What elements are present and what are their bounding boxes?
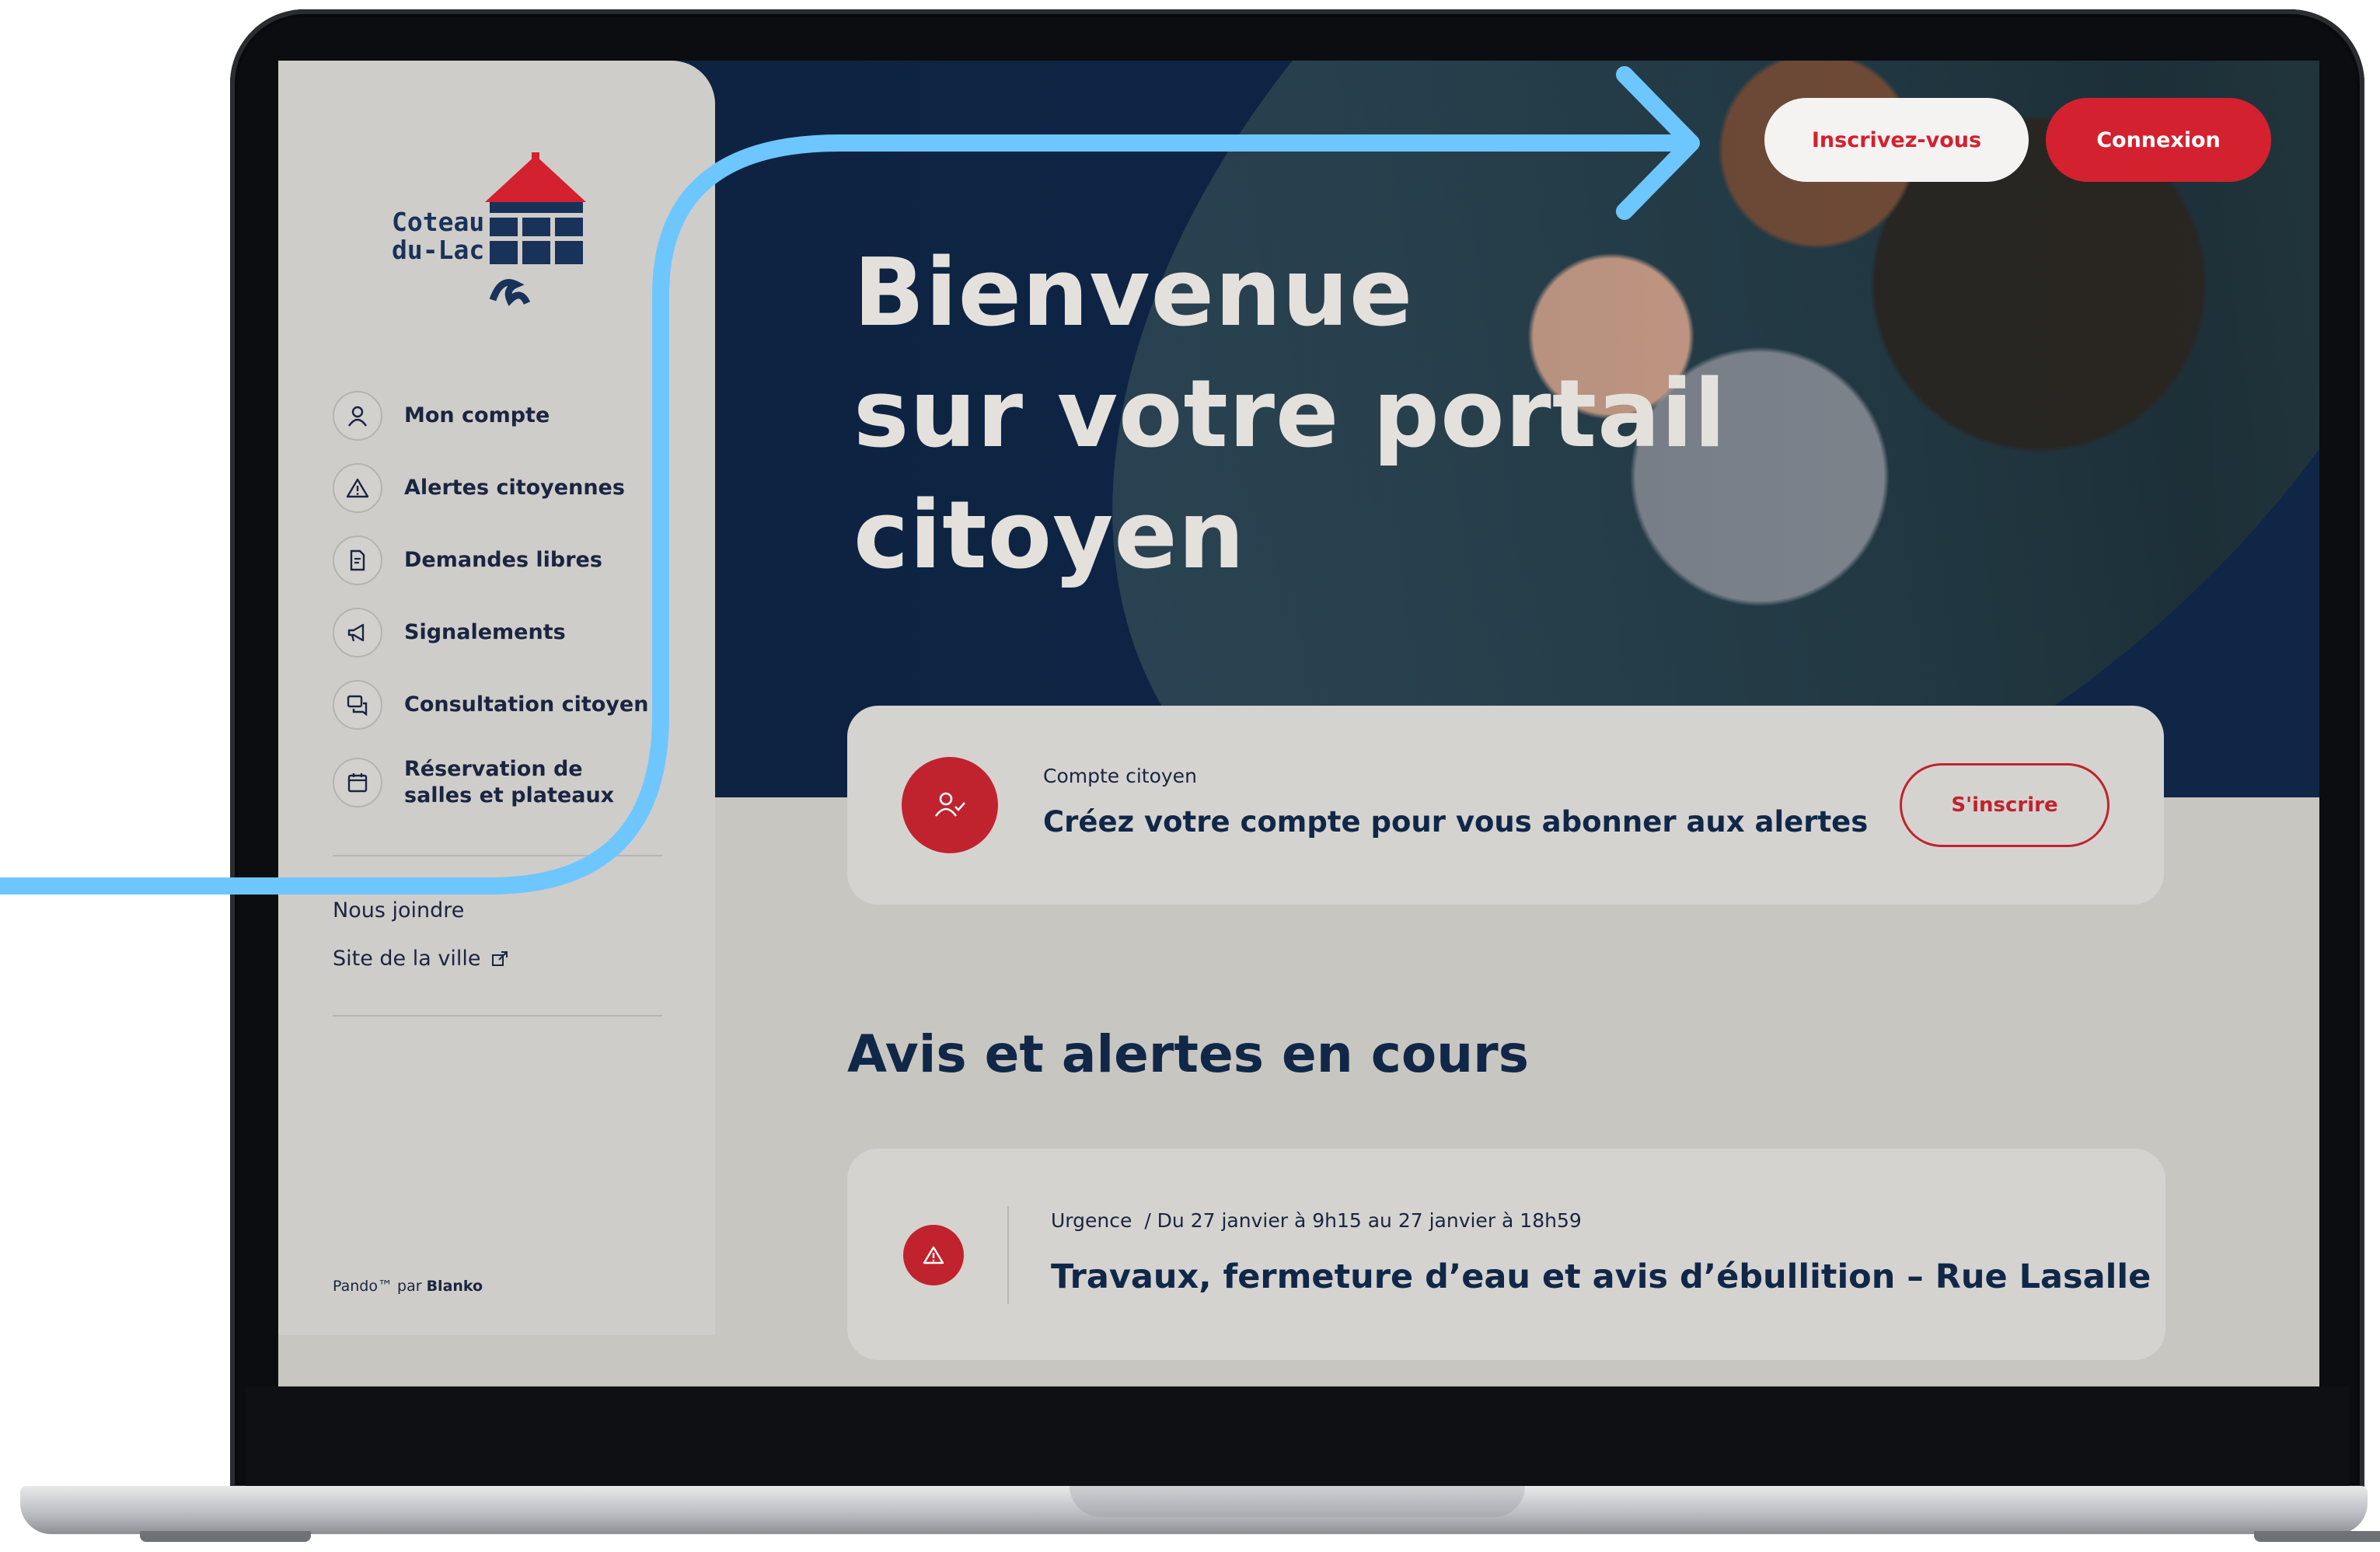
warning-icon [333, 462, 382, 513]
sidebar-item-label: Consultation citoyenne [404, 692, 650, 717]
sidebar-item-label: Signalements [404, 619, 566, 644]
document-icon [333, 535, 382, 585]
alert-period: / Du 27 janvier à 9h15 au 27 janvier à 1… [1144, 1209, 1582, 1232]
sidebar-item-reservation[interactable]: Réservation de salles et plateaux [333, 741, 706, 825]
sidebar-item-reports[interactable]: Signalements [333, 596, 706, 668]
sidebar-item-account[interactable]: Mon compte [333, 379, 706, 452]
laptop-notch [1070, 1486, 1525, 1517]
alert-title: Travaux, fermeture d’eau et avis d’ébull… [1051, 1257, 2151, 1296]
sidebar: Coteau du-Lac Mon compte Alertes citoyen… [278, 61, 715, 1335]
sidebar-item-label: Réservation de salles et plateaux [404, 757, 615, 807]
logo-pavilion-icon [485, 152, 586, 306]
sidebar-divider [333, 855, 662, 856]
hero-title: Bienvenue sur votre portail citoyen [853, 233, 1786, 597]
sidebar-item-label: Mon compte [404, 403, 550, 427]
register-button[interactable]: S'inscrire [1900, 763, 2110, 847]
sidebar-item-consultation[interactable]: Consultation citoyenne [333, 668, 706, 741]
alert-card[interactable]: Urgence / Du 27 janvier à 9h15 au 27 jan… [847, 1149, 2165, 1360]
alert-separator [1007, 1206, 1009, 1304]
alert-warning-icon [903, 1225, 964, 1285]
sidebar-item-alerts[interactable]: Alertes citoyennes [333, 452, 706, 524]
megaphone-icon [333, 607, 382, 657]
city-logo[interactable]: Coteau du-Lac [392, 152, 602, 316]
laptop-foot [140, 1531, 311, 1542]
portal-screen: Bienvenue sur votre portail citoyen Insc… [278, 61, 2319, 1386]
contact-link[interactable]: Nous joindre [333, 898, 464, 922]
external-link-icon [492, 950, 508, 966]
hero-title-line: Bienvenue [853, 239, 1414, 347]
alert-category: Urgence [1051, 1209, 1132, 1232]
sidebar-divider [333, 1015, 662, 1017]
card-kicker: Compte citoyen [1043, 765, 1197, 787]
chat-icon [333, 679, 382, 730]
powered-brand: Blanko [426, 1278, 483, 1295]
hero-title-line: sur votre portail [853, 361, 1727, 469]
sidebar-item-requests[interactable]: Demandes libres [333, 524, 706, 596]
account-card: Compte citoyen Créez votre compte pour v… [847, 706, 2164, 905]
hero-title-line: citoyen [853, 482, 1246, 590]
sidebar-item-label: Alertes citoyennes [404, 475, 625, 500]
city-site-link[interactable]: Site de la ville [333, 947, 508, 971]
card-title: Créez votre compte pour vous abonner aux… [1043, 805, 1869, 839]
login-button[interactable]: Connexion [2046, 98, 2271, 182]
signup-button[interactable]: Inscrivez-vous [1764, 98, 2029, 182]
laptop-foot [2254, 1531, 2380, 1542]
powered-by: Pando™ par Blanko [333, 1278, 483, 1295]
calendar-icon [333, 758, 382, 807]
alert-meta: Urgence / Du 27 janvier à 9h15 au 27 jan… [1051, 1209, 1582, 1232]
user-icon [333, 390, 382, 441]
laptop-bezel [246, 1386, 2349, 1487]
sidebar-item-label: Demandes libres [404, 547, 602, 572]
user-check-icon [902, 757, 998, 853]
sidebar-nav: Mon compte Alertes citoyennes Demandes l… [333, 379, 706, 825]
section-title: Avis et alertes en cours [847, 1024, 1529, 1084]
